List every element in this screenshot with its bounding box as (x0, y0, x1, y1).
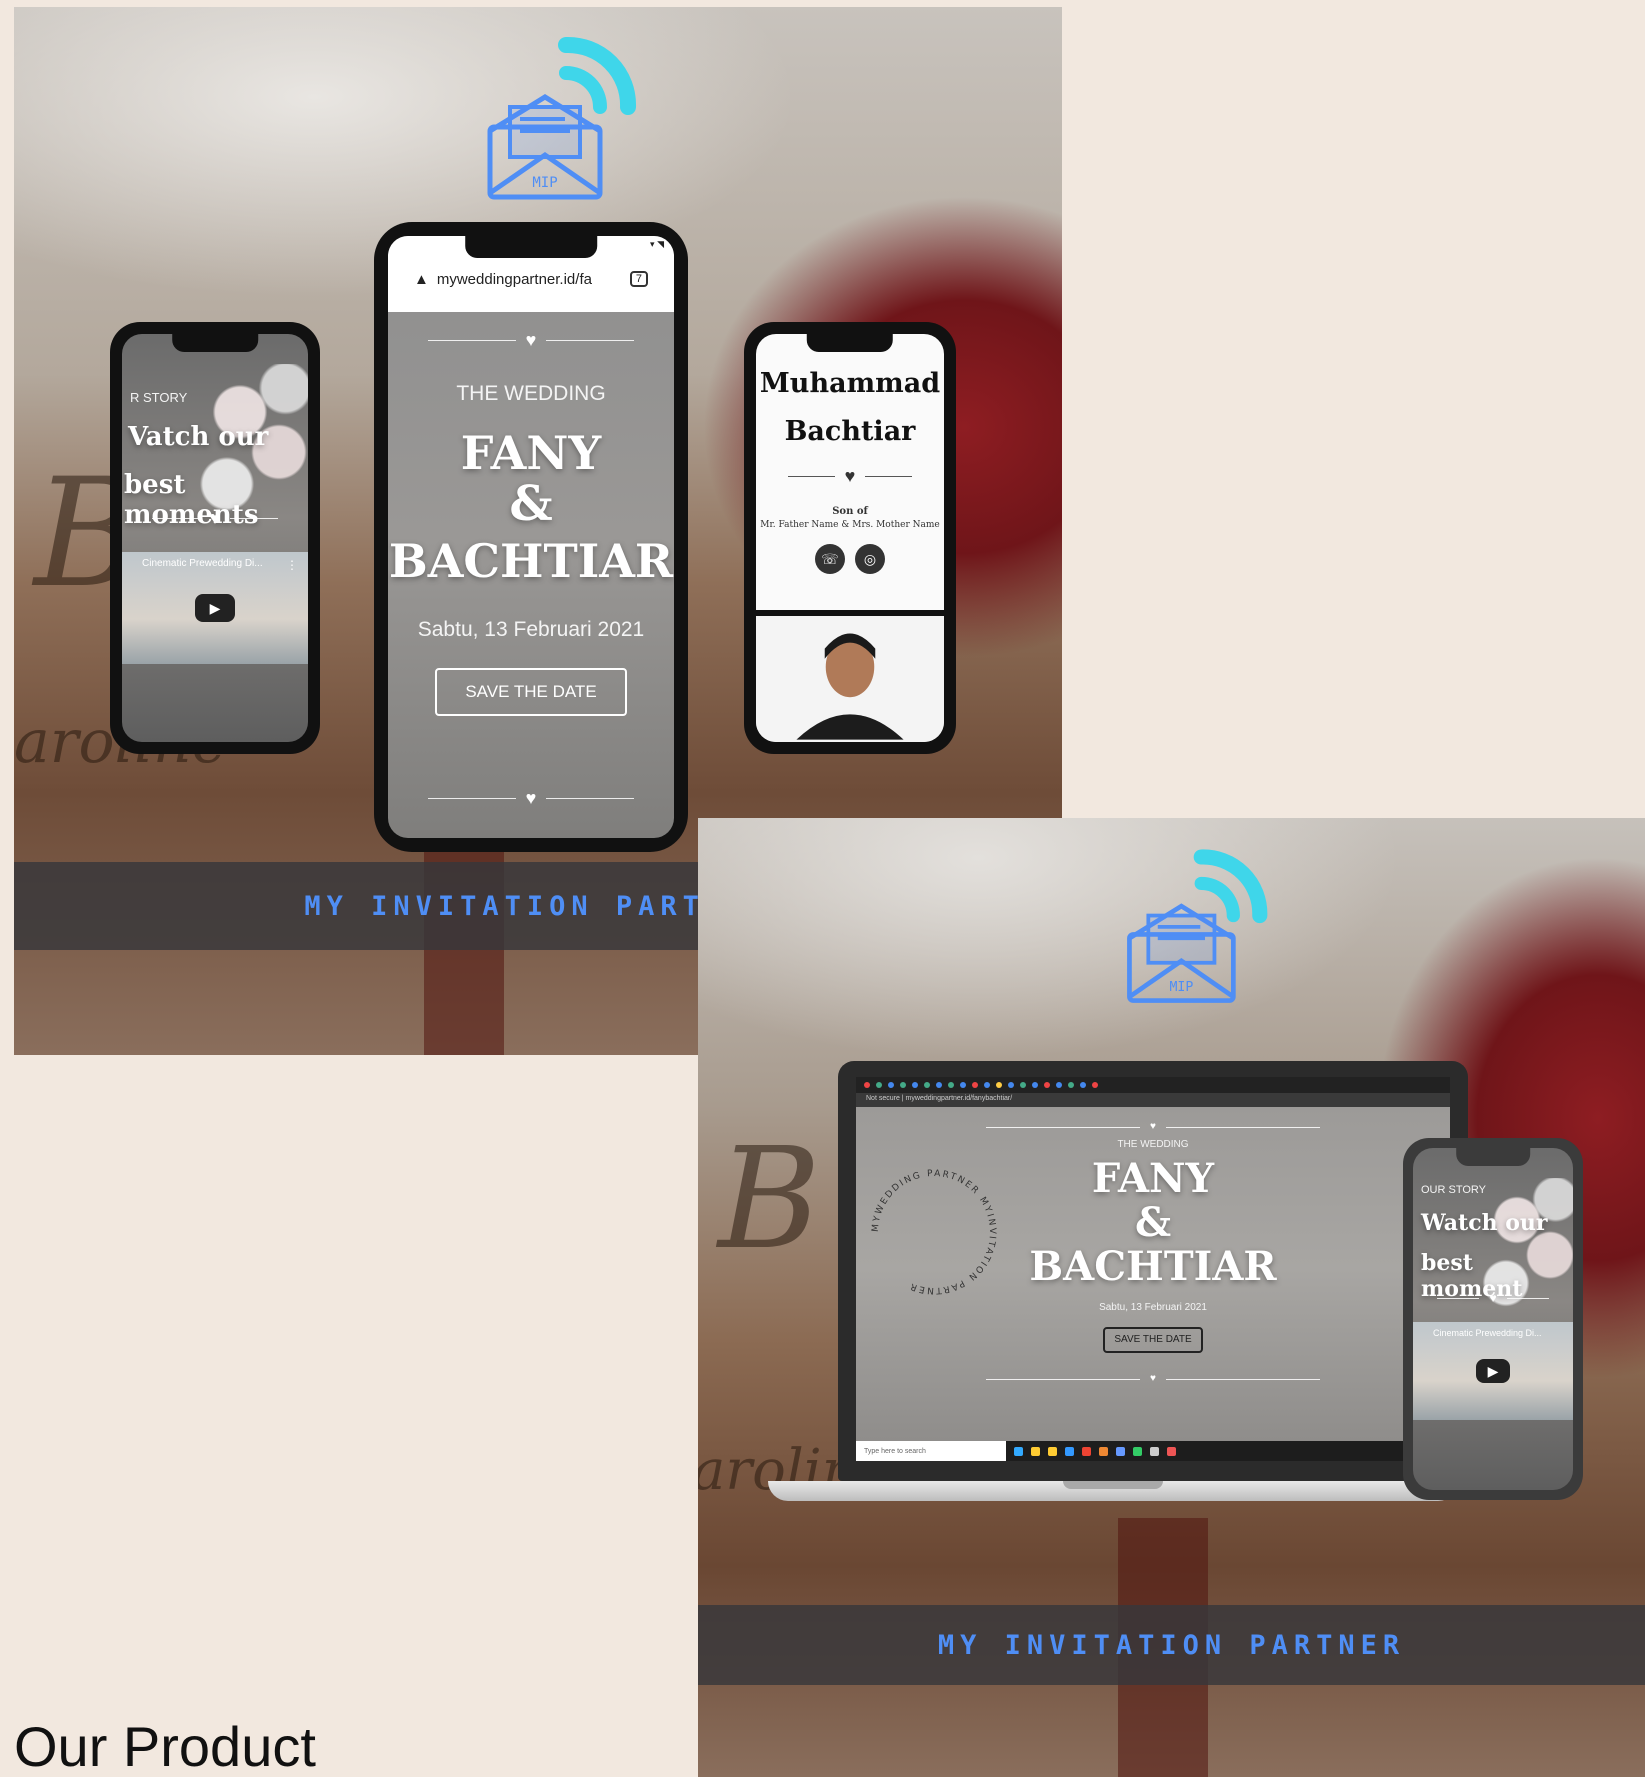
heart-icon: ♥ (1489, 1291, 1497, 1305)
groom-full-name-line2: Bachtiar (784, 416, 916, 447)
heart-icon: ♥ (209, 508, 221, 528)
parents-names: Mr. Father Name & Mrs. Mother Name (760, 520, 940, 530)
phone-right: Muhammad Bachtiar ♥ Son of Mr. Father Na… (744, 322, 956, 754)
heart-icon: ♥ (525, 330, 537, 350)
laptop-screen: Not secure | myweddingpartner.id/fanybac… (856, 1077, 1450, 1461)
heart-divider-bottom: ♥ (986, 1369, 1320, 1389)
heart-divider-top: ♥ (428, 330, 634, 350)
section-title: Our Product (14, 1715, 316, 1777)
phone-left-screen: R STORY Vatch our best moments ♥ Cinemat… (122, 334, 308, 742)
the-wedding-label: THE WEDDING (456, 382, 606, 405)
story-section-label: OUR STORY (1421, 1184, 1486, 1196)
heart-divider: ♥ (788, 466, 912, 486)
promo-image-desktop[interactable]: B aroline MIP Not secure | myweddingpart… (698, 818, 1645, 1777)
windows-taskbar: Type here to search (856, 1441, 1450, 1461)
url-text: myweddingpartner.id/fa (436, 270, 592, 288)
heart-divider-top: ♥ (986, 1117, 1320, 1137)
play-icon[interactable]: ▶ (1476, 1359, 1510, 1383)
heart-divider: ♥ (1437, 1288, 1549, 1308)
heart-divider-bottom: ♥ (428, 788, 634, 808)
story-section-label: R STORY (130, 390, 188, 405)
phone-center: ▾ ◥ ▲ myweddingpartner.id/fa 7 ♥ THE WED… (374, 222, 688, 852)
logo-text: MIP (1169, 980, 1193, 995)
video-title: Cinematic Prewedding Di... (142, 558, 263, 569)
story-heading-line1: Vatch our (128, 422, 269, 452)
phone-left: R STORY Vatch our best moments ♥ Cinemat… (110, 322, 320, 754)
mip-logo-icon: MIP (487, 36, 637, 200)
phone-story-screen: OUR STORY Watch our best moment ♥ Cinema… (1413, 1148, 1573, 1490)
brand-banner: MY INVITATION PARTNER (698, 1605, 1645, 1685)
instagram-icon[interactable]: ◎ (855, 544, 885, 574)
warning-icon: ▲ (414, 270, 429, 288)
heart-icon: ♥ (844, 466, 856, 486)
banner-text: MY INVITATION PARTNER (937, 1629, 1406, 1661)
ampersand: & (509, 476, 553, 532)
taskbar-search-input[interactable]: Type here to search (856, 1441, 1006, 1461)
laptop-address-bar[interactable]: Not secure | myweddingpartner.id/fanybac… (856, 1093, 1450, 1107)
laptop-base (768, 1481, 1458, 1501)
groom-full-name-line1: Muhammad (759, 368, 941, 399)
phone-right-screen: Muhammad Bachtiar ♥ Son of Mr. Father Na… (756, 334, 944, 742)
whatsapp-icon[interactable]: ☏ (815, 544, 845, 574)
heart-divider: ♥ (152, 508, 278, 528)
bride-name: FANY (1091, 1155, 1215, 1202)
groom-photo (756, 616, 944, 742)
save-the-date-button[interactable]: SAVE THE DATE (1103, 1327, 1203, 1353)
story-heading-line1: Watch our (1421, 1210, 1548, 1236)
video-player[interactable]: Cinematic Prewedding Di... ▶ (1413, 1322, 1573, 1420)
logo-text: MIP (532, 175, 557, 191)
tab-count-icon[interactable]: 7 (629, 271, 648, 287)
groom-name: BACHTIAR (388, 534, 674, 588)
wedding-date: Sabtu, 13 Februari 2021 (417, 618, 645, 641)
status-bar-icon: ▾ ◥ (650, 239, 664, 249)
heart-icon: ♥ (1150, 1373, 1156, 1384)
social-links: ☏ ◎ (756, 544, 944, 574)
browser-url-bar[interactable]: ▲ myweddingpartner.id/fa 7 (400, 256, 662, 302)
heart-icon: ♥ (1150, 1121, 1156, 1132)
phone-story: OUR STORY Watch our best moment ♥ Cinema… (1403, 1138, 1583, 1500)
play-icon[interactable]: ▶ (195, 594, 235, 622)
bride-name: FANY (460, 426, 602, 480)
video-player[interactable]: Cinematic Prewedding Di... ⋮ ▶ (122, 552, 308, 664)
the-wedding-label: THE WEDDING (1117, 1139, 1189, 1150)
more-options-icon[interactable]: ⋮ (286, 558, 298, 572)
taskbar-app-icons (1014, 1446, 1176, 1456)
save-the-date-button[interactable]: SAVE THE DATE (435, 668, 627, 716)
browser-tab-strip[interactable] (856, 1077, 1450, 1093)
mip-logo-icon: MIP (1127, 849, 1268, 1003)
background-blur-letter: B (718, 1118, 821, 1281)
phone-center-screen: ▾ ◥ ▲ myweddingpartner.id/fa 7 ♥ THE WED… (388, 236, 674, 838)
video-title: Cinematic Prewedding Di... (1433, 1328, 1542, 1338)
person-photo-icon (796, 633, 904, 740)
wedding-date: Sabtu, 13 Februari 2021 (1099, 1302, 1207, 1313)
heart-icon: ♥ (525, 788, 537, 808)
son-of-label: Son of (832, 506, 868, 517)
ampersand: & (1134, 1199, 1172, 1246)
laptop: Not secure | myweddingpartner.id/fanybac… (838, 1061, 1468, 1481)
groom-name: BACHTIAR (1029, 1243, 1277, 1290)
